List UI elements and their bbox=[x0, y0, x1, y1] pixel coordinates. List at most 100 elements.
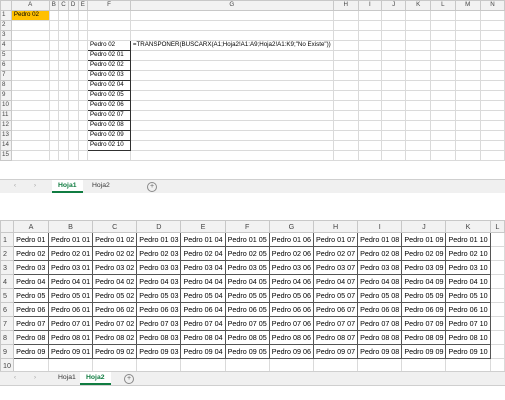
cell[interactable] bbox=[332, 20, 359, 31]
cell[interactable] bbox=[479, 120, 505, 131]
column-header[interactable]: E bbox=[77, 0, 88, 11]
cell[interactable] bbox=[381, 60, 407, 71]
column-header[interactable]: C bbox=[58, 0, 69, 11]
cell[interactable] bbox=[430, 90, 456, 101]
cell[interactable]: Pedro 06 01 bbox=[47, 302, 94, 317]
cell[interactable]: Pedro 03 01 bbox=[47, 260, 94, 275]
cell[interactable] bbox=[332, 30, 359, 41]
row-header[interactable]: 3 bbox=[0, 260, 15, 275]
cell[interactable]: Pedro 05 01 bbox=[47, 288, 94, 303]
cell[interactable]: Pedro 08 04 bbox=[180, 330, 226, 345]
cell[interactable] bbox=[67, 130, 79, 141]
cell[interactable]: Pedro 05 10 bbox=[445, 288, 491, 303]
cell[interactable] bbox=[489, 274, 505, 289]
cell[interactable] bbox=[87, 150, 131, 161]
cell[interactable]: Pedro 02 09 bbox=[401, 246, 447, 261]
cell[interactable]: Pedro 07 08 bbox=[357, 316, 403, 331]
cell[interactable] bbox=[67, 10, 79, 21]
cell[interactable]: Pedro 02 02 bbox=[92, 246, 138, 261]
cell[interactable]: Pedro 01 10 bbox=[445, 232, 491, 247]
row-header[interactable]: 5 bbox=[0, 288, 15, 303]
cell[interactable] bbox=[405, 60, 432, 71]
cell[interactable]: Pedro 06 07 bbox=[312, 302, 359, 317]
result-cell[interactable]: Pedro 02 09 bbox=[87, 130, 131, 141]
cell[interactable] bbox=[430, 130, 456, 141]
column-header[interactable]: H bbox=[312, 220, 359, 233]
cell[interactable]: Pedro 02 07 bbox=[312, 246, 359, 261]
cell[interactable] bbox=[405, 80, 432, 91]
cell[interactable] bbox=[48, 90, 60, 101]
row-header[interactable]: 3 bbox=[0, 30, 12, 41]
cell[interactable]: Pedro 07 03 bbox=[136, 316, 182, 331]
result-cell[interactable]: Pedro 02 05 bbox=[87, 90, 131, 101]
cell[interactable] bbox=[87, 10, 131, 21]
cell[interactable] bbox=[10, 80, 50, 91]
cell[interactable] bbox=[405, 150, 432, 161]
cell[interactable] bbox=[129, 20, 334, 31]
cell[interactable] bbox=[430, 150, 456, 161]
cell[interactable] bbox=[58, 50, 69, 61]
cell[interactable] bbox=[357, 90, 383, 101]
cell[interactable] bbox=[454, 30, 481, 41]
cell[interactable] bbox=[479, 150, 505, 161]
row-header[interactable]: 8 bbox=[0, 80, 12, 91]
cell[interactable] bbox=[58, 80, 69, 91]
cell[interactable]: Pedro 06 bbox=[13, 302, 49, 317]
cell[interactable] bbox=[48, 100, 60, 111]
column-header[interactable]: A bbox=[13, 220, 49, 233]
column-header[interactable]: F bbox=[224, 220, 270, 233]
tab-scroll-prev-icon[interactable]: ‹ bbox=[14, 375, 16, 381]
cell[interactable]: Pedro 04 bbox=[13, 274, 49, 289]
cell[interactable] bbox=[67, 60, 79, 71]
cell[interactable] bbox=[479, 40, 505, 51]
cell[interactable] bbox=[10, 50, 50, 61]
cell[interactable] bbox=[489, 288, 505, 303]
cell[interactable] bbox=[10, 90, 50, 101]
cell[interactable]: Pedro 01 07 bbox=[312, 232, 359, 247]
cell[interactable]: Pedro 08 10 bbox=[445, 330, 491, 345]
column-header[interactable]: H bbox=[332, 0, 359, 11]
cell[interactable]: Pedro 03 03 bbox=[136, 260, 182, 275]
cell[interactable]: Pedro 06 08 bbox=[357, 302, 403, 317]
cell[interactable] bbox=[430, 140, 456, 151]
cell[interactable] bbox=[454, 100, 481, 111]
cell[interactable] bbox=[454, 150, 481, 161]
cell[interactable] bbox=[381, 50, 407, 61]
cell[interactable] bbox=[58, 70, 69, 81]
cell[interactable]: Pedro 03 10 bbox=[445, 260, 491, 275]
cell[interactable]: Pedro 02 bbox=[13, 246, 49, 261]
cell[interactable] bbox=[332, 120, 359, 131]
cell[interactable]: Pedro 01 01 bbox=[47, 232, 94, 247]
cell[interactable] bbox=[67, 50, 79, 61]
cell[interactable] bbox=[454, 110, 481, 121]
cell[interactable] bbox=[489, 260, 505, 275]
column-header[interactable]: N bbox=[479, 0, 505, 11]
cell[interactable]: Pedro 09 10 bbox=[445, 344, 491, 359]
column-header[interactable]: E bbox=[180, 220, 226, 233]
cell[interactable]: Pedro 09 03 bbox=[136, 344, 182, 359]
cell[interactable]: Pedro 03 bbox=[13, 260, 49, 275]
cell[interactable] bbox=[405, 120, 432, 131]
result-cell[interactable]: Pedro 02 02 bbox=[87, 60, 131, 71]
cell[interactable] bbox=[10, 150, 50, 161]
cell[interactable] bbox=[430, 70, 456, 81]
cell[interactable] bbox=[77, 140, 88, 151]
column-header[interactable]: L bbox=[430, 0, 456, 11]
row-header[interactable]: 8 bbox=[0, 330, 15, 345]
cell[interactable]: Pedro 01 03 bbox=[136, 232, 182, 247]
cell[interactable] bbox=[67, 20, 79, 31]
cell[interactable] bbox=[479, 20, 505, 31]
cell[interactable] bbox=[10, 20, 50, 31]
cell[interactable] bbox=[381, 130, 407, 141]
column-header[interactable]: J bbox=[401, 220, 447, 233]
column-header[interactable]: I bbox=[357, 0, 383, 11]
cell[interactable] bbox=[67, 90, 79, 101]
cell[interactable]: Pedro 02 04 bbox=[180, 246, 226, 261]
cell[interactable] bbox=[357, 100, 383, 111]
cell[interactable] bbox=[58, 110, 69, 121]
cell[interactable]: Pedro 09 06 bbox=[268, 344, 314, 359]
cell[interactable] bbox=[332, 60, 359, 71]
cell[interactable] bbox=[405, 70, 432, 81]
cell[interactable] bbox=[454, 10, 481, 21]
cell[interactable] bbox=[454, 130, 481, 141]
